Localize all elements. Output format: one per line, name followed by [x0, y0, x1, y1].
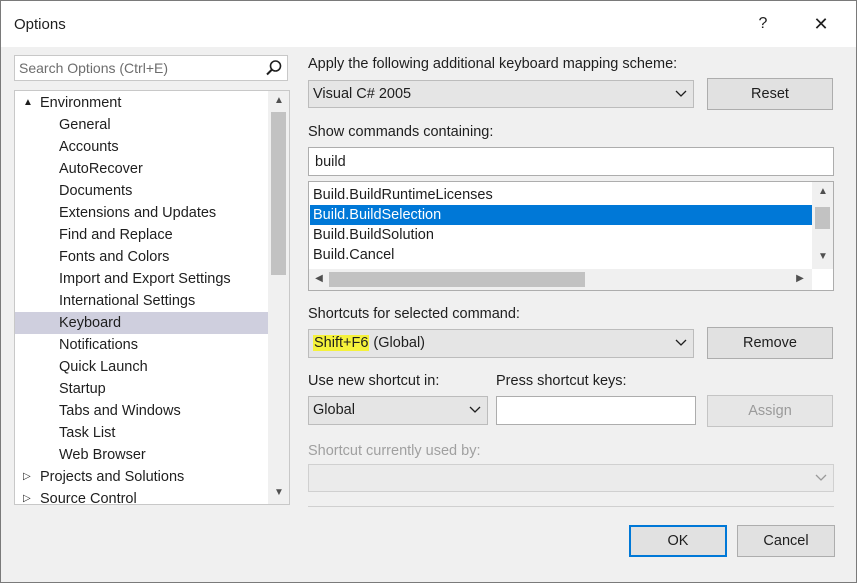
tree-item-label: International Settings	[59, 293, 196, 309]
shortcut-value: Shift+F6 (Global)	[313, 335, 425, 351]
use-new-shortcut-dropdown[interactable]: Global	[308, 396, 488, 425]
command-filter-box[interactable]	[308, 147, 834, 176]
tree-item[interactable]: Quick Launch	[15, 356, 268, 378]
tree-item-label: General	[59, 117, 111, 133]
tree-scroll-thumb[interactable]	[271, 112, 286, 275]
mapping-scheme-dropdown[interactable]: Visual C# 2005	[308, 80, 694, 108]
tree-item[interactable]: ▷ Source Control	[15, 488, 268, 505]
mapping-scheme-label: Apply the following additional keyboard …	[308, 56, 678, 72]
tree-item[interactable]: Notifications	[15, 334, 268, 356]
shortcuts-label: Shortcuts for selected command:	[308, 306, 520, 322]
shortcut-key-highlight: Shift+F6	[313, 335, 370, 351]
expand-arrow-icon[interactable]: ▷	[23, 488, 31, 504]
chevron-down-icon	[675, 339, 687, 346]
remove-button[interactable]: Remove	[707, 327, 833, 359]
command-list-horizontal-scrollbar[interactable]: ◀ ▶	[309, 269, 812, 290]
tree-item-label: Extensions and Updates	[59, 205, 217, 221]
press-shortcut-keys-box[interactable]	[496, 396, 696, 425]
tree-item[interactable]: Web Browser	[15, 444, 268, 466]
tree-item-label: Startup	[59, 381, 106, 397]
tree-item-label: Tabs and Windows	[59, 403, 181, 419]
tree-item[interactable]: Import and Export Settings	[15, 268, 268, 290]
tree-item-label: Environment	[40, 95, 122, 111]
tree-item-label: Web Browser	[59, 447, 146, 463]
ok-button[interactable]: OK	[629, 525, 727, 557]
show-commands-label: Show commands containing:	[308, 124, 494, 140]
assign-button[interactable]: Assign	[707, 395, 833, 427]
command-list-item[interactable]: Build.Cancel	[310, 245, 812, 265]
tree-item[interactable]: Startup	[15, 378, 268, 400]
tree-vertical-scrollbar[interactable]: ▲ ▼	[268, 91, 289, 504]
chevron-down-icon[interactable]: ▼	[272, 486, 286, 500]
command-list-scroll-thumb[interactable]	[815, 207, 830, 229]
chevron-down-icon[interactable]: ▼	[816, 250, 830, 264]
tree-item[interactable]: Accounts	[15, 136, 268, 158]
chevron-down-icon	[469, 406, 481, 413]
press-shortcut-keys-input[interactable]	[503, 401, 682, 421]
help-button[interactable]: ?	[743, 9, 783, 39]
options-tree[interactable]: ▲ Environment General Accounts AutoRecover Do…	[14, 90, 290, 505]
search-icon[interactable]	[265, 59, 283, 77]
dialog-title: Options	[14, 16, 66, 33]
command-filter-input[interactable]	[315, 152, 787, 172]
tree-item-label: Keyboard	[59, 315, 122, 331]
options-dialog: Options ? ✕ ▲ Environment General Accounts A…	[0, 0, 857, 583]
tree-item[interactable]: Tabs and Windows	[15, 400, 268, 422]
tree-item[interactable]: Task List	[15, 422, 268, 444]
title-bar[interactable]: Options ? ✕	[1, 1, 856, 47]
chevron-down-icon	[675, 90, 687, 97]
shortcuts-dropdown[interactable]: Shift+F6 (Global)	[308, 329, 694, 358]
command-list-hscroll-thumb[interactable]	[329, 272, 585, 287]
command-list[interactable]: Build.BuildRuntimeLicenses Build.BuildSel…	[308, 181, 834, 291]
shortcut-used-by-dropdown[interactable]	[308, 464, 834, 492]
tree-item-label: Import and Export Settings	[59, 271, 231, 287]
chevron-left-icon[interactable]: ◀	[312, 272, 326, 286]
tree-item-label: AutoRecover	[59, 161, 143, 177]
tree-item[interactable]: Fonts and Colors	[15, 246, 268, 268]
tree-item-label: Source Control	[40, 491, 137, 505]
tree-item[interactable]: General	[15, 114, 268, 136]
tree-item[interactable]: Documents	[15, 180, 268, 202]
chevron-right-icon[interactable]: ▶	[793, 272, 807, 286]
chevron-up-icon[interactable]: ▲	[816, 185, 830, 199]
command-list-item[interactable]: Build.BuildRuntimeLicenses	[310, 185, 812, 205]
tree-item-label: Notifications	[59, 337, 138, 353]
tree-item-label: Fonts and Colors	[59, 249, 170, 265]
tree-item[interactable]: Keyboard	[15, 312, 268, 334]
shortcut-scope: (Global)	[369, 335, 426, 351]
tree-item-label: Documents	[59, 183, 133, 199]
tree-item[interactable]: International Settings	[15, 290, 268, 312]
press-shortcut-keys-label: Press shortcut keys:	[496, 373, 627, 389]
shortcut-used-by-label: Shortcut currently used by:	[308, 443, 481, 459]
tree-item-label: Task List	[59, 425, 116, 441]
command-list-item[interactable]: Build.BuildSolution	[310, 225, 812, 245]
use-new-shortcut-value: Global	[313, 402, 355, 418]
tree-item-label: Find and Replace	[59, 227, 173, 243]
search-options-box[interactable]	[14, 55, 288, 81]
tree-item[interactable]: Extensions and Updates	[15, 202, 268, 224]
cancel-button[interactable]: Cancel	[737, 525, 835, 557]
command-list-vertical-scrollbar[interactable]: ▲ ▼	[812, 182, 833, 269]
search-input[interactable]	[19, 59, 259, 77]
use-new-shortcut-label: Use new shortcut in:	[308, 373, 440, 389]
chevron-down-icon	[815, 474, 827, 481]
tree-item-label: Projects and Solutions	[40, 469, 185, 485]
collapse-arrow-icon[interactable]: ▲	[23, 92, 33, 114]
tree-item[interactable]: ▲ Environment	[15, 92, 268, 114]
tree-item-label: Accounts	[59, 139, 119, 155]
chevron-up-icon[interactable]: ▲	[272, 94, 286, 108]
tree-item[interactable]: Find and Replace	[15, 224, 268, 246]
expand-arrow-icon[interactable]: ▷	[23, 466, 31, 488]
command-list-item[interactable]: Build.BuildSelection	[310, 205, 812, 225]
tree-item-label: Quick Launch	[59, 359, 148, 375]
close-button[interactable]: ✕	[801, 9, 841, 39]
reset-button[interactable]: Reset	[707, 78, 833, 110]
mapping-scheme-value: Visual C# 2005	[313, 86, 412, 102]
tree-item[interactable]: ▷ Projects and Solutions	[15, 466, 268, 488]
tree-item[interactable]: AutoRecover	[15, 158, 268, 180]
footer-separator	[308, 506, 834, 507]
